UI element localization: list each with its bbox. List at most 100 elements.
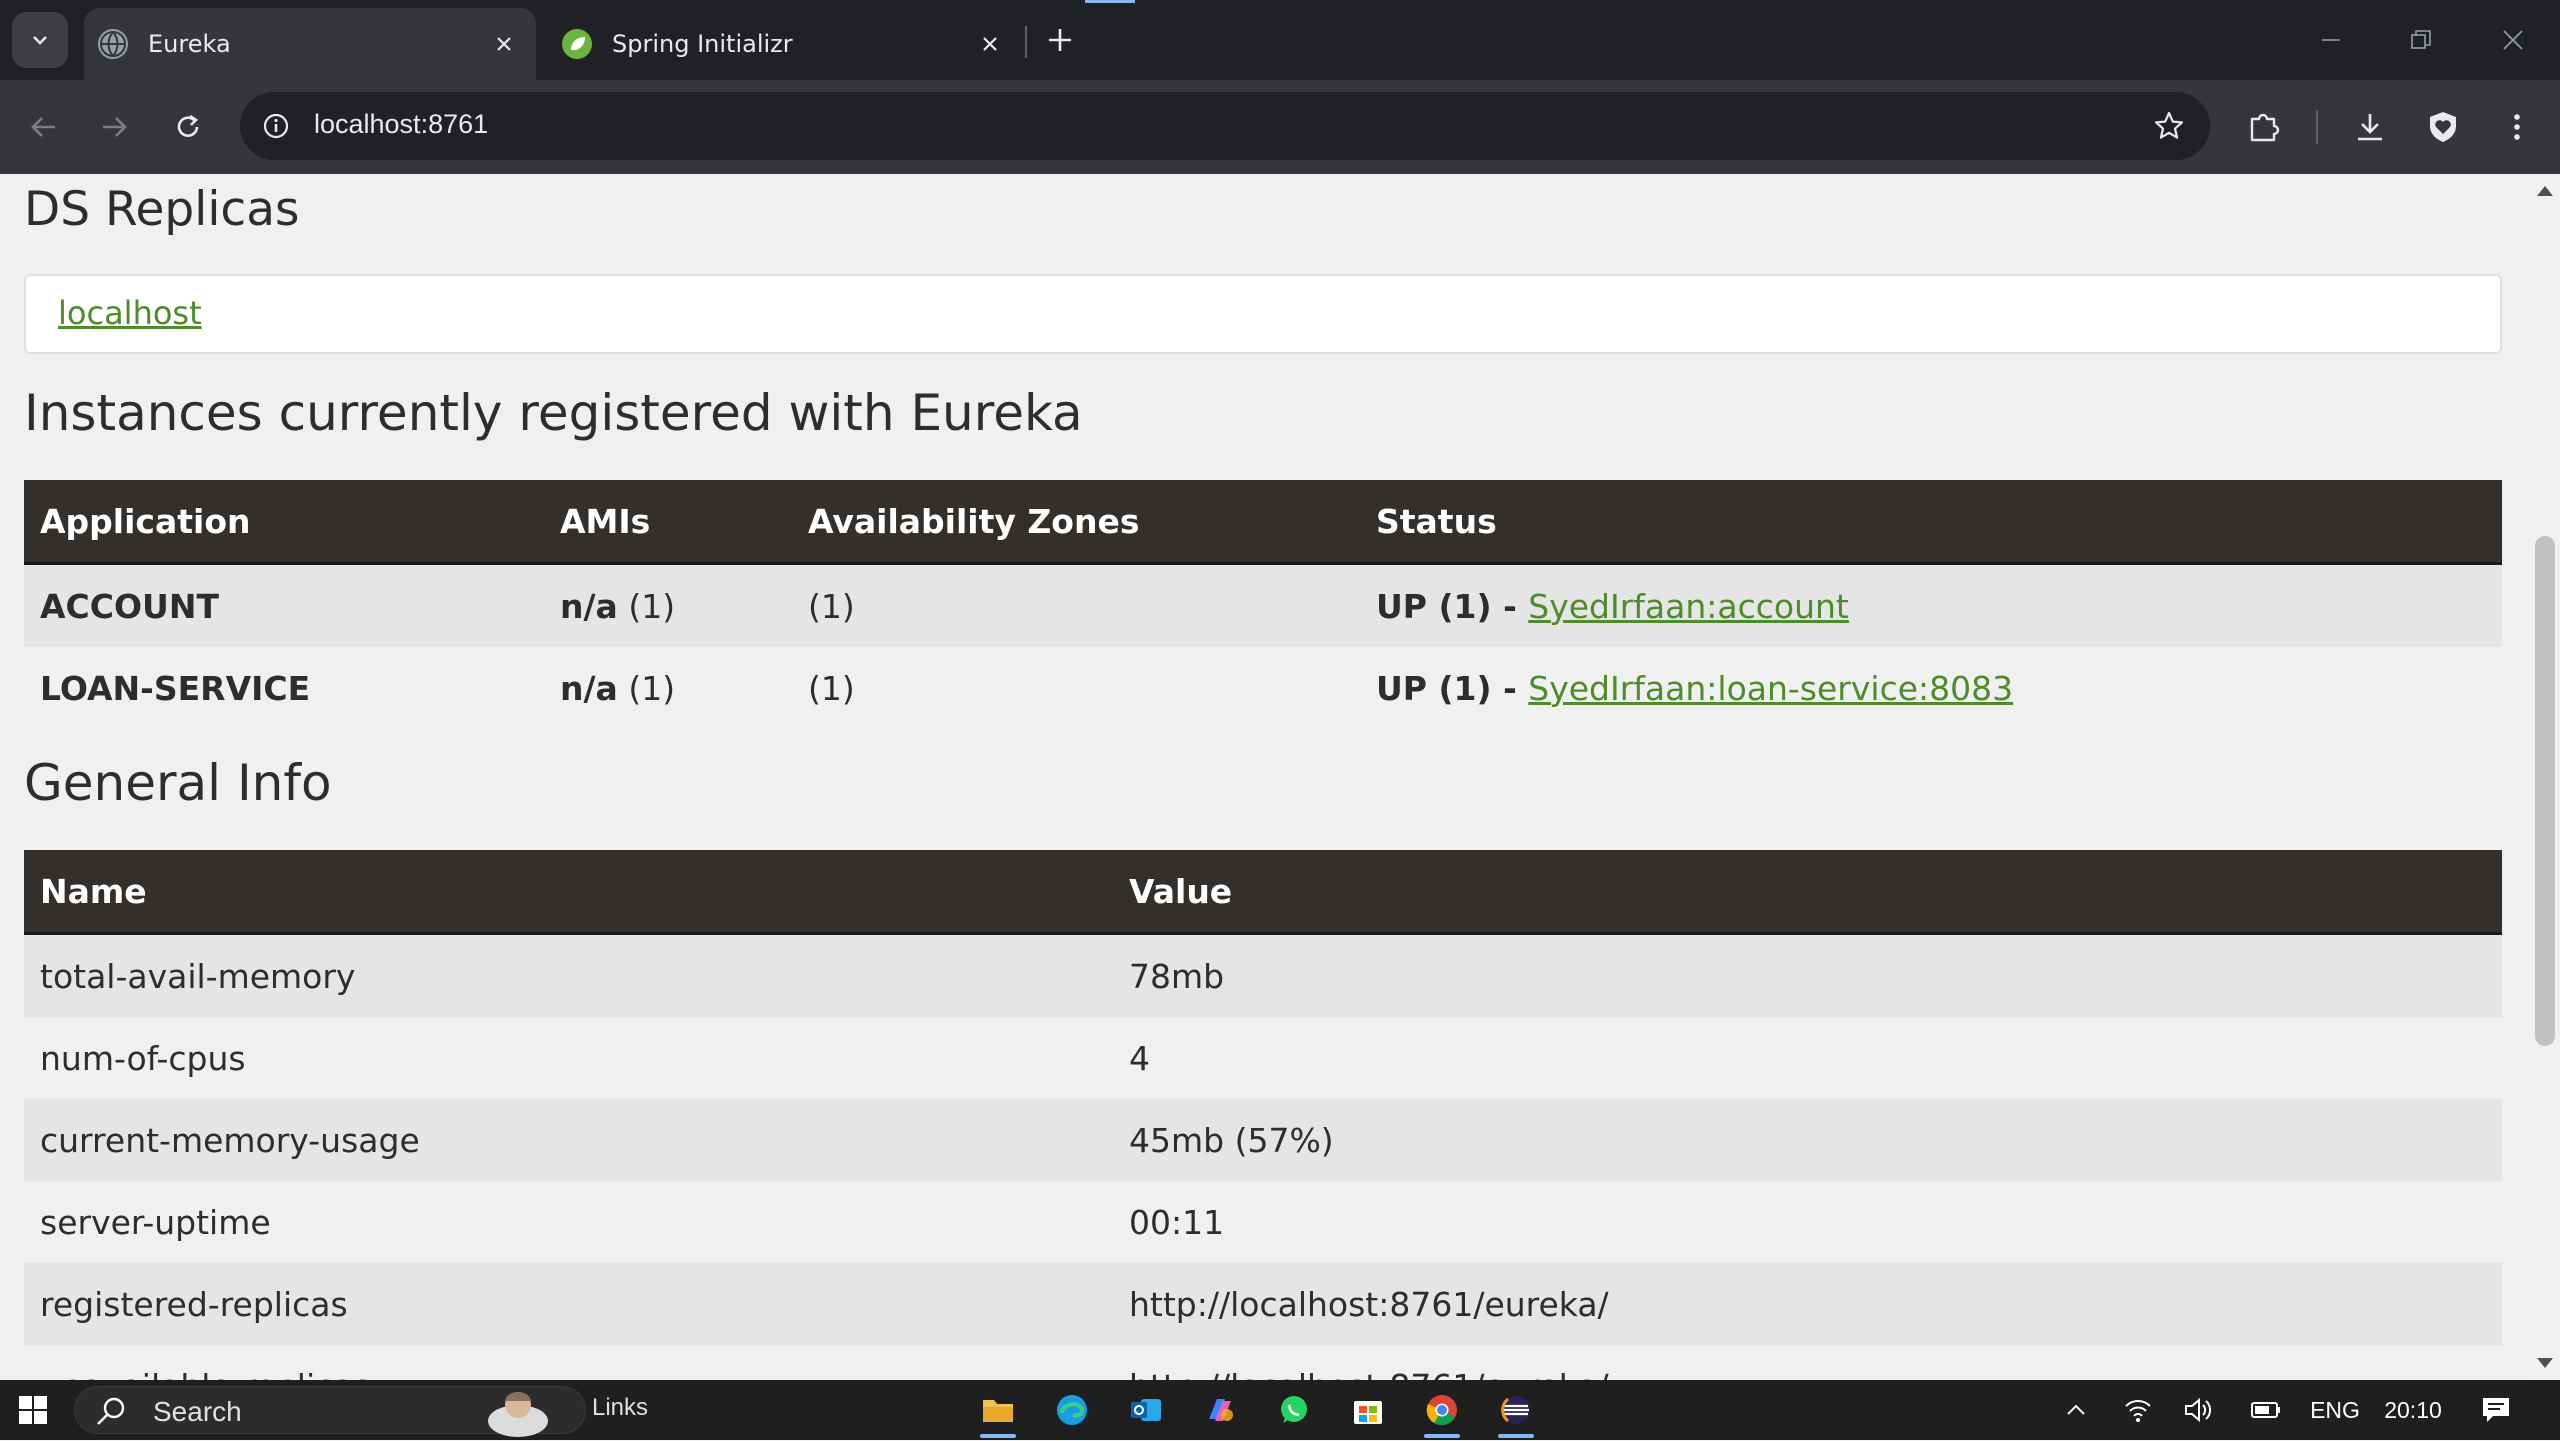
minimize-button[interactable] [2286, 0, 2376, 80]
browser-menu-button[interactable] [2494, 104, 2540, 150]
amis-value: n/a [560, 668, 618, 708]
taskbar-chrome[interactable] [1418, 1386, 1466, 1438]
column-header-status: Status [1360, 480, 2502, 565]
address-bar[interactable]: localhost:8761 [240, 92, 2210, 160]
table-row: ACCOUNT n/a (1) (1) UP (1) - SyedIrfaan:… [24, 563, 2502, 647]
site-info-icon[interactable] [258, 108, 294, 144]
tab-title: Spring Initializr [612, 30, 793, 58]
taskbar-edge[interactable] [1048, 1386, 1096, 1434]
notification-icon [2483, 1398, 2509, 1422]
info-name: server-uptime [24, 1181, 1113, 1263]
table-row: num-of-cpus 4 [24, 1017, 2502, 1099]
tab-eureka[interactable]: Eureka [84, 8, 536, 80]
store-icon [1354, 1401, 1382, 1424]
whatsapp-icon [1281, 1396, 1307, 1423]
clock[interactable]: 20:10 [2378, 1390, 2448, 1430]
tab-spring-initializr[interactable]: Spring Initializr [548, 8, 1022, 80]
amis-count: (1) [628, 586, 676, 626]
instances-title: Instances currently registered with Eure… [24, 384, 1083, 442]
tab-title: Eureka [148, 30, 231, 58]
info-value: 4 [1113, 1017, 2502, 1099]
page-scrollbar[interactable] [2530, 174, 2560, 1380]
scrollbar-thumb[interactable] [2535, 536, 2555, 1046]
table-row: registered-replicas http://localhost:876… [24, 1263, 2502, 1345]
table-row: unavailable-replicas http://localhost:87… [24, 1345, 2502, 1380]
search-placeholder: Search [153, 1396, 242, 1427]
running-indicator [1424, 1434, 1460, 1438]
downloads-button[interactable] [2347, 104, 2393, 150]
instance-link[interactable]: SyedIrfaan:loan-service:8083 [1528, 669, 2013, 708]
info-value: 45mb (57%) [1113, 1099, 2502, 1181]
profile-button[interactable] [2420, 104, 2466, 150]
volume-button[interactable] [2180, 1390, 2216, 1430]
table-row: current-memory-usage 45mb (57%) [24, 1099, 2502, 1181]
column-header-amis: AMIs [544, 480, 792, 565]
column-header-application: Application [24, 480, 544, 565]
close-icon [2503, 30, 2523, 50]
close-tab-icon[interactable] [972, 26, 1008, 62]
taskbar-copilot[interactable] [1196, 1386, 1244, 1434]
info-name: total-avail-memory [24, 933, 1113, 1017]
taskbar-eclipse[interactable] [1492, 1386, 1540, 1438]
back-button[interactable] [24, 107, 64, 147]
info-name: unavailable-replicas [24, 1345, 1113, 1380]
show-hidden-icons-button[interactable] [2056, 1390, 2096, 1430]
speaker-icon [2185, 1397, 2212, 1423]
tab-separator [1025, 26, 1027, 58]
taskbar-file-explorer[interactable] [974, 1386, 1022, 1438]
forward-button[interactable] [94, 107, 134, 147]
more-vert-icon [2514, 114, 2520, 140]
application-name: ACCOUNT [24, 563, 544, 647]
browser-tab-strip: Eureka Spring Initializr [0, 0, 2560, 80]
scroll-up-arrow-icon[interactable] [2537, 186, 2553, 196]
links-toolbar-label[interactable]: Links [592, 1394, 648, 1422]
general-info-title: General Info [24, 754, 332, 812]
tab-loading-indicator [1085, 0, 1135, 3]
info-value: http://localhost:8761/eureka/ [1113, 1345, 2502, 1380]
reload-button[interactable] [168, 107, 208, 147]
eureka-dashboard: DS Replicas localhost Instances currentl… [0, 174, 2530, 1380]
general-info-table: Name Value total-avail-memory 78mb num-o… [24, 850, 2502, 1380]
restore-icon [2411, 30, 2431, 49]
search-icon [97, 1397, 125, 1425]
arrow-right-icon [103, 117, 127, 137]
ds-replicas-list: localhost [24, 274, 2502, 354]
amis-value: n/a [560, 586, 618, 626]
folder-icon [983, 1400, 1013, 1422]
taskbar-store[interactable] [1344, 1386, 1392, 1434]
notifications-button[interactable] [2476, 1390, 2516, 1430]
ds-replicas-title: DS Replicas [24, 182, 300, 237]
taskbar-whatsapp[interactable] [1270, 1386, 1318, 1434]
windows-taskbar: Search Links ENG 20:10 [0, 1380, 2560, 1440]
shield-heart-icon [2430, 112, 2456, 142]
network-button[interactable] [2120, 1390, 2156, 1430]
application-name: LOAN-SERVICE [24, 647, 544, 729]
status-cell: UP (1) - SyedIrfaan:loan-service:8083 [1360, 647, 2502, 729]
scroll-down-arrow-icon[interactable] [2537, 1358, 2553, 1368]
taskbar-search-box[interactable]: Search [74, 1386, 586, 1437]
language-indicator[interactable]: ENG [2306, 1390, 2364, 1430]
status-text: UP (1) - [1376, 668, 1529, 708]
close-tab-icon[interactable] [486, 26, 522, 62]
spring-leaf-icon [562, 29, 592, 59]
close-window-button[interactable] [2468, 0, 2558, 80]
puzzle-icon [2250, 113, 2280, 142]
tab-search-button[interactable] [12, 12, 68, 68]
replica-link[interactable]: localhost [58, 294, 202, 332]
edge-icon [1057, 1395, 1087, 1425]
bookmark-star-icon[interactable] [2150, 107, 2188, 145]
minimize-icon [2322, 39, 2340, 41]
url-text: localhost:8761 [314, 109, 489, 139]
new-tab-button[interactable] [1040, 20, 1080, 60]
battery-button[interactable] [2248, 1390, 2284, 1430]
column-header-value: Value [1113, 850, 2502, 935]
restore-button[interactable] [2376, 0, 2466, 80]
info-name: num-of-cpus [24, 1017, 1113, 1099]
taskbar-outlook[interactable] [1122, 1386, 1170, 1434]
search-highlight-image [488, 1392, 548, 1437]
amis-cell: n/a (1) [544, 647, 792, 729]
column-header-name: Name [24, 850, 1113, 935]
extensions-button[interactable] [2241, 104, 2287, 150]
instance-link[interactable]: SyedIrfaan:account [1528, 587, 1849, 626]
windows-start-icon[interactable] [18, 1395, 48, 1425]
